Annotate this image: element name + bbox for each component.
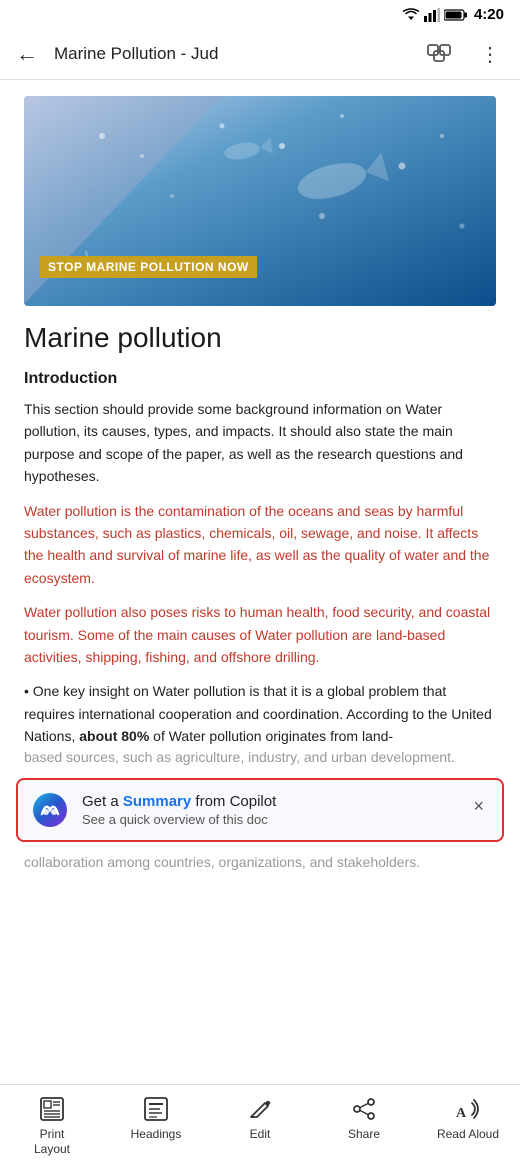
status-time: 4:20 — [474, 6, 504, 23]
share-label: Share — [348, 1127, 380, 1143]
more-options-icon[interactable]: ⋮ — [472, 38, 508, 71]
mixed-text-bold: about 80% — [79, 728, 149, 744]
wifi-icon — [402, 8, 420, 22]
copilot-close-button[interactable]: × — [469, 792, 488, 821]
status-icons — [402, 8, 468, 22]
copilot-title-suffix: from Copilot — [191, 793, 276, 810]
headings-label: Headings — [131, 1127, 182, 1143]
nav-title: Marine Pollution - Jud — [54, 44, 406, 64]
intro-paragraph: This section should provide some backgro… — [24, 398, 496, 488]
copilot-banner[interactable]: Get a Summary from Copilot See a quick o… — [16, 778, 504, 842]
copilot-title: Get a Summary from Copilot — [82, 793, 455, 810]
share-icon — [350, 1095, 378, 1123]
battery-icon — [444, 9, 468, 21]
read-aloud-icon: A — [454, 1095, 482, 1123]
signal-icon — [424, 8, 440, 22]
svg-text:A: A — [456, 1106, 467, 1121]
nav-bar: ← Marine Pollution - Jud ⋮ — [0, 29, 520, 80]
toolbar-headings[interactable]: Headings — [116, 1095, 196, 1143]
copilot-logo — [32, 792, 68, 828]
back-button[interactable]: ← — [12, 37, 42, 71]
copilot-title-prefix: Get a — [82, 793, 123, 810]
hero-badge: STOP MARINE POLLUTION NOW — [40, 256, 257, 278]
toolbar-edit[interactable]: Edit — [220, 1095, 300, 1143]
toolbar-share[interactable]: Share — [324, 1095, 404, 1143]
faded-text-1: based sources, such as agriculture, indu… — [24, 747, 496, 768]
mixed-paragraph: • One key insight on Water pollution is … — [24, 680, 496, 747]
print-layout-label: PrintLayout — [34, 1127, 70, 1158]
headings-icon — [142, 1095, 170, 1123]
copilot-subtitle: See a quick overview of this doc — [82, 812, 455, 827]
toolbar-print-layout[interactable]: PrintLayout — [12, 1095, 92, 1158]
accent-paragraph-2: Water pollution also poses risks to huma… — [24, 601, 496, 668]
hero-image: STOP MARINE POLLUTION NOW — [24, 96, 496, 306]
copilot-text-area: Get a Summary from Copilot See a quick o… — [82, 793, 455, 827]
edit-label: Edit — [250, 1127, 271, 1143]
read-aloud-label: Read Aloud — [437, 1127, 499, 1143]
accent-paragraph-1: Water pollution is the contamination of … — [24, 500, 496, 590]
status-bar: 4:20 — [0, 0, 520, 29]
faded-text-2: collaboration among countries, organizat… — [24, 852, 496, 873]
layers-icon[interactable] — [418, 39, 460, 69]
bottom-toolbar: PrintLayout Headings Edit Share — [0, 1084, 520, 1162]
content-area: STOP MARINE POLLUTION NOW Marine polluti… — [0, 80, 520, 973]
document-title: Marine pollution — [24, 322, 496, 354]
section-heading: Introduction — [24, 370, 496, 388]
edit-icon — [246, 1095, 274, 1123]
toolbar-read-aloud[interactable]: A Read Aloud — [428, 1095, 508, 1143]
copilot-summary-link[interactable]: Summary — [123, 793, 191, 810]
mixed-text-suffix: of Water pollution originates from land- — [153, 728, 393, 744]
print-layout-icon — [38, 1095, 66, 1123]
